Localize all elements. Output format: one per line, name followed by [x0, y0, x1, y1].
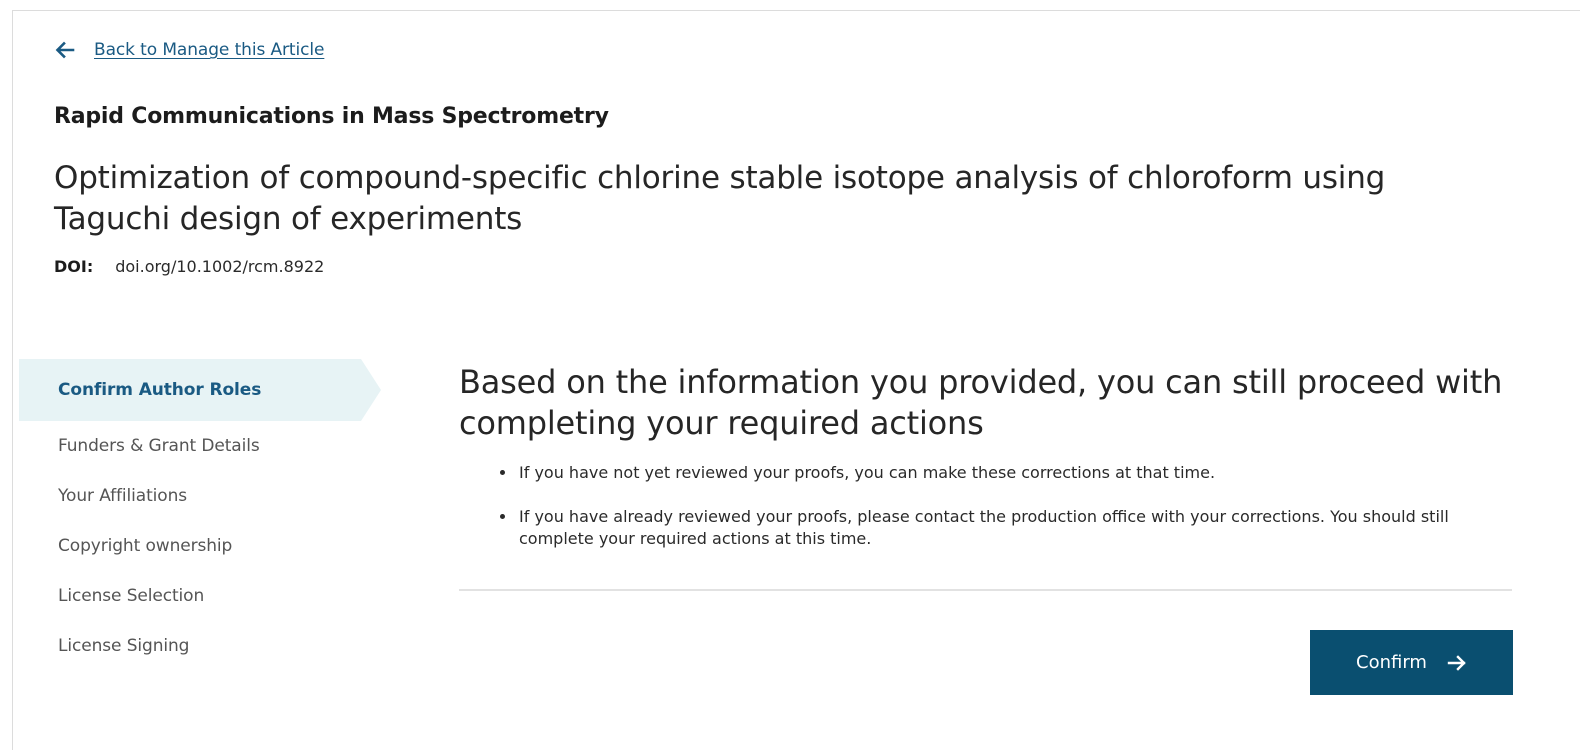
journal-name: Rapid Communications in Mass Spectrometr… — [54, 104, 609, 129]
step-copyright-ownership[interactable]: Copyright ownership — [19, 521, 381, 571]
info-bullet-list: If you have not yet reviewed your proofs… — [459, 462, 1512, 550]
step-label: Your Affiliations — [58, 486, 187, 506]
doi-value: doi.org/10.1002/rcm.8922 — [115, 257, 325, 276]
doi-label: DOI: — [54, 257, 94, 276]
confirm-button-label: Confirm — [1356, 652, 1427, 673]
step-confirm-author-roles[interactable]: Confirm Author Roles — [19, 359, 381, 421]
info-bullet-item: If you have already reviewed your proofs… — [517, 506, 1512, 550]
step-license-selection[interactable]: License Selection — [19, 571, 381, 621]
step-your-affiliations[interactable]: Your Affiliations — [19, 471, 381, 521]
main-heading: Based on the information you provided, y… — [459, 363, 1503, 442]
arrow-left-icon — [55, 41, 75, 59]
section-divider — [459, 589, 1512, 591]
step-license-signing[interactable]: License Signing — [19, 621, 381, 671]
step-label: Confirm Author Roles — [58, 380, 262, 400]
back-link-label[interactable]: Back to Manage this Article — [94, 40, 324, 60]
arrow-right-icon — [1447, 654, 1466, 671]
step-funders-grant-details[interactable]: Funders & Grant Details — [19, 421, 381, 471]
step-label: Copyright ownership — [58, 536, 233, 556]
main-content: Based on the information you provided, y… — [459, 362, 1512, 550]
confirm-button[interactable]: Confirm — [1310, 630, 1513, 695]
step-label: License Signing — [58, 636, 190, 656]
step-sidebar: Confirm Author Roles Funders & Grant Det… — [19, 359, 381, 671]
article-title: Optimization of compound-specific chlori… — [54, 160, 1386, 237]
step-label: License Selection — [58, 586, 205, 606]
back-to-manage-article-link[interactable]: Back to Manage this Article — [54, 39, 324, 61]
info-bullet-item: If you have not yet reviewed your proofs… — [517, 462, 1512, 484]
doi-row: DOI: doi.org/10.1002/rcm.8922 — [54, 257, 324, 276]
step-label: Funders & Grant Details — [58, 436, 260, 456]
